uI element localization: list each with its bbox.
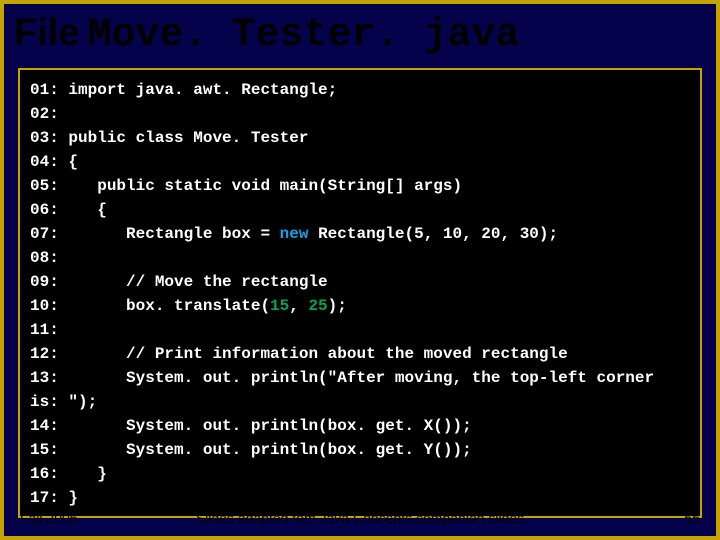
code-line: 01: import java. awt. Rectangle; [30,78,690,102]
line-number: 02: [30,105,59,123]
code-token: } [59,489,78,507]
code-line: 02: [30,102,690,126]
code-token: 15 [270,297,289,315]
footer-center: Slides adapted fom Java Concepts compani… [4,510,716,526]
code-line: 13: System. out. println("After moving, … [30,366,690,414]
code-token: 25 [308,297,327,315]
code-line: 12: // Print information about the moved… [30,342,690,366]
line-number: 01: [30,81,59,99]
code-token: , [289,297,308,315]
line-number: 10: [30,297,59,315]
line-number: 17: [30,489,59,507]
code-token: Rectangle(5, 10, 20, 30); [308,225,558,243]
footer: Fall 2006 Slides adapted fom Java Concep… [4,510,716,526]
code-token: } [59,465,107,483]
code-token [59,249,69,267]
line-number: 05: [30,177,59,195]
code-line: 04: { [30,150,690,174]
code-line: 14: System. out. println(box. get. X()); [30,414,690,438]
code-token [59,105,69,123]
code-line: 03: public class Move. Tester [30,126,690,150]
line-number: 12: [30,345,59,363]
code-token: ); [328,297,347,315]
line-number: 07: [30,225,59,243]
code-line: 17: } [30,486,690,510]
line-number: 09: [30,273,59,291]
line-number: 08: [30,249,59,267]
code-token [59,321,69,339]
code-line: 16: } [30,462,690,486]
code-line: 07: Rectangle box = new Rectangle(5, 10,… [30,222,690,246]
code-token: public static void main(String[] args) [59,177,462,195]
code-token: System. out. println("After moving, the … [30,369,664,411]
footer-left: Fall 2006 [20,510,78,526]
code-line: 10: box. translate(15, 25); [30,294,690,318]
slide: File Move. Tester. java 01: import java.… [0,0,720,540]
code-line: 11: [30,318,690,342]
line-number: 16: [30,465,59,483]
code-token: import java. awt. Rectangle; [59,81,337,99]
code-token: // Print information about the moved rec… [59,345,568,363]
line-number: 03: [30,129,59,147]
slide-title: File Move. Tester. java [4,4,716,64]
code-token: Rectangle box = [59,225,280,243]
code-line: 15: System. out. println(box. get. Y()); [30,438,690,462]
title-kind: File [14,12,79,55]
code-block: 01: import java. awt. Rectangle;02: 03: … [18,68,702,518]
code-token: System. out. println(box. get. Y()); [59,441,472,459]
line-number: 14: [30,417,59,435]
code-line: 08: [30,246,690,270]
footer-page: 55 [684,510,700,526]
code-token: public class Move. Tester [59,129,309,147]
line-number: 15: [30,441,59,459]
title-filename: Move. Tester. java [87,13,519,58]
code-token: box. translate( [59,297,270,315]
code-token: { [59,153,78,171]
code-line: 05: public static void main(String[] arg… [30,174,690,198]
code-token: new [280,225,309,243]
code-line: 06: { [30,198,690,222]
code-token: System. out. println(box. get. X()); [59,417,472,435]
line-number: 04: [30,153,59,171]
line-number: 11: [30,321,59,339]
line-number: 13: [30,369,59,387]
line-number: 06: [30,201,59,219]
code-line: 09: // Move the rectangle [30,270,690,294]
code-token: // Move the rectangle [59,273,328,291]
code-token: { [59,201,107,219]
